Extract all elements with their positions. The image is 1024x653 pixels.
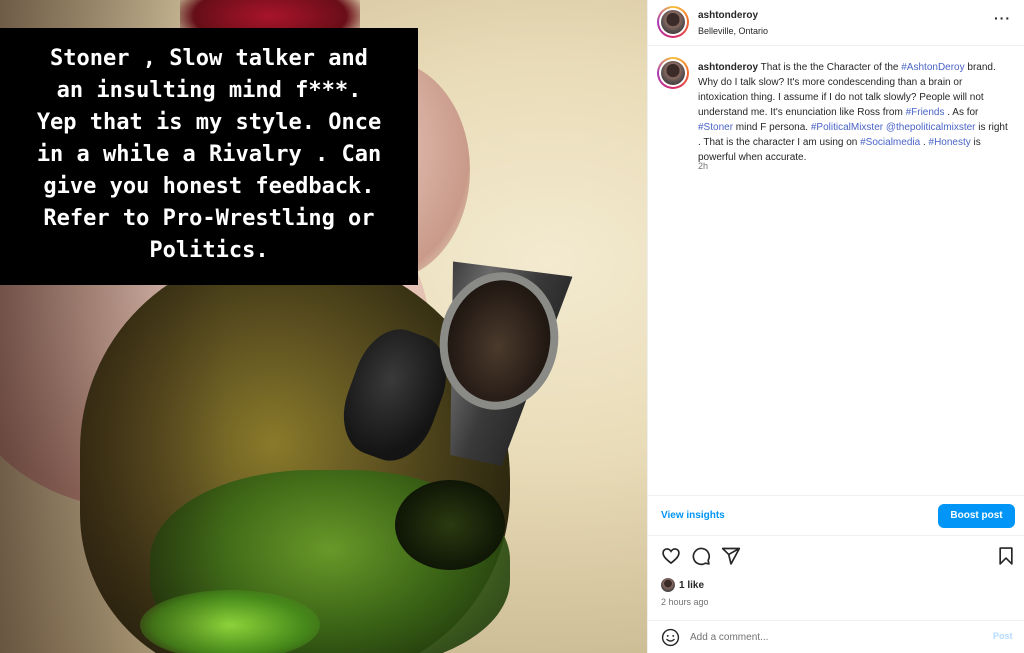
overlay-line: Stoner , Slow talker and — [50, 46, 368, 71]
view-insights-link[interactable]: View insights — [661, 510, 725, 521]
comment-avatar[interactable] — [661, 61, 685, 85]
post-actions: 1 like 2 hours ago — [648, 535, 1024, 625]
share-icon[interactable] — [721, 546, 741, 566]
hashtag-link[interactable]: #Honesty — [929, 137, 971, 148]
comment-text-segment: . — [920, 137, 929, 148]
liker-avatar[interactable] — [661, 578, 675, 592]
likes-count[interactable]: 1 like — [679, 580, 704, 591]
more-horizontal-icon[interactable]: ··· — [994, 10, 1011, 26]
emoji-icon[interactable] — [661, 628, 680, 647]
post-details-panel: ashtonderoy Belleville, Ontario ··· asht… — [647, 0, 1024, 653]
story-ring[interactable] — [657, 6, 689, 38]
image-text-overlay: Stoner , Slow talker and an insulting mi… — [0, 28, 418, 285]
insights-bar: View insights Boost post — [648, 495, 1024, 535]
overlay-line: give you honest feedback. — [43, 174, 375, 199]
overlay-line: Politics. — [149, 238, 269, 263]
comment-story-ring[interactable] — [657, 57, 689, 89]
bookmark-icon[interactable] — [996, 546, 1016, 566]
post-image[interactable]: Stoner , Slow talker and an insulting mi… — [0, 0, 647, 653]
hashtag-link[interactable]: #Stoner — [698, 122, 733, 133]
overlay-line: an insulting mind f***. — [56, 78, 362, 103]
caption-comment: ashtonderoy That is the the Character of… — [698, 60, 1008, 165]
overlay-line: in a while a Rivalry . Can — [36, 142, 382, 167]
comment-timestamp[interactable]: 2h — [698, 161, 708, 171]
heart-icon[interactable] — [661, 546, 681, 566]
comment-text-segment: . As for — [944, 107, 979, 118]
hashtag-link[interactable]: #PoliticalMixster — [811, 122, 883, 133]
comment-text-segment: mind F persona. — [733, 122, 811, 133]
hashtag-link[interactable]: #AshtonDeroy — [901, 62, 964, 73]
comment-text: That is the the Character of the #Ashton… — [698, 62, 1008, 163]
header-location[interactable]: Belleville, Ontario — [698, 26, 768, 36]
overlay-line: Refer to Pro-Wrestling or — [43, 206, 375, 231]
comment-username[interactable]: ashtonderoy — [698, 62, 758, 73]
overlay-line: Yep that is my style. Once — [36, 110, 382, 135]
boost-post-button[interactable]: Boost post — [938, 504, 1015, 528]
hashtag-link[interactable]: #Socialmedia — [860, 137, 920, 148]
hashtag-link[interactable]: #Friends — [906, 107, 945, 118]
add-comment-bar: Post — [648, 620, 1024, 653]
comment-icon[interactable] — [691, 546, 711, 566]
post-header: ashtonderoy Belleville, Ontario ··· — [648, 0, 1024, 46]
comment-input[interactable] — [690, 627, 980, 647]
header-username[interactable]: ashtonderoy — [698, 10, 758, 21]
comment-text-segment: That is the the Character of the — [758, 62, 902, 73]
post-comment-button[interactable]: Post — [993, 631, 1013, 641]
post-timestamp[interactable]: 2 hours ago — [661, 597, 709, 607]
avatar[interactable] — [661, 10, 685, 34]
hashtag-link[interactable]: @thepoliticalmixster — [886, 122, 976, 133]
